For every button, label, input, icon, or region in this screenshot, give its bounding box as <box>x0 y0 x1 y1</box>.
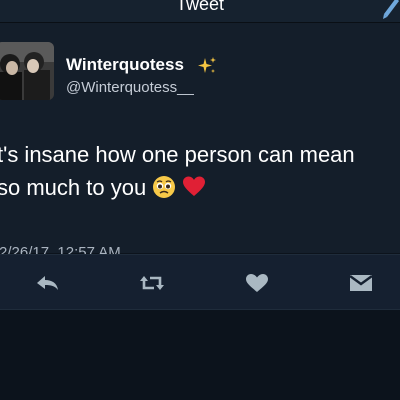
tweet-text-line-1: t's insane how one person can mean <box>0 142 355 167</box>
page-title: Tweet <box>175 0 225 14</box>
empty-area <box>0 310 400 400</box>
tweet-card: Winterquotess @Winterquotess__ t's insan… <box>0 23 400 261</box>
user-handle[interactable]: @Winterquotess__ <box>66 79 194 96</box>
envelope-icon[interactable] <box>348 272 374 294</box>
tweet-text: t's insane how one person can mean so mu… <box>0 138 400 208</box>
sparkles-icon <box>197 56 217 76</box>
pleading-face-icon <box>152 175 176 208</box>
action-bar <box>0 254 400 310</box>
top-bar: Tweet <box>0 0 400 23</box>
tweet-text-line-2-wrap: so much to you <box>0 171 400 208</box>
reply-icon[interactable] <box>35 272 61 294</box>
red-heart-icon <box>182 175 206 208</box>
avatar[interactable] <box>0 42 54 100</box>
display-name[interactable]: Winterquotess <box>66 55 184 75</box>
tweet-text-line-2: so much to you <box>0 175 147 200</box>
retweet-icon[interactable] <box>139 272 165 294</box>
heart-icon[interactable] <box>244 272 270 294</box>
compose-icon[interactable] <box>378 0 400 20</box>
